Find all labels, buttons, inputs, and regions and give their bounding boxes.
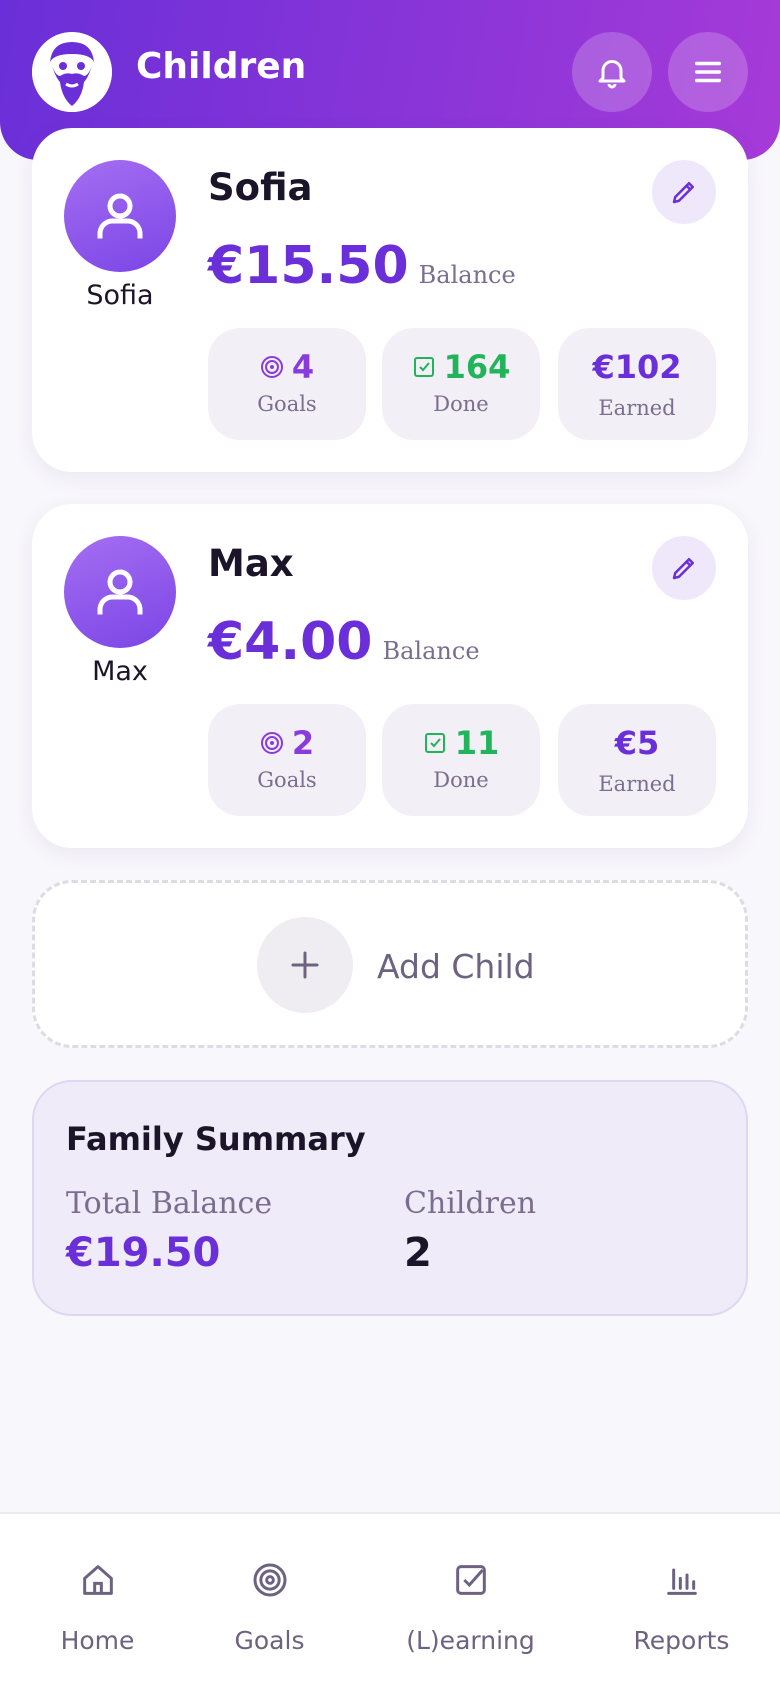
menu-button[interactable]	[668, 32, 748, 112]
bar-chart-icon	[666, 1568, 697, 1595]
children-count-label: Children	[404, 1186, 537, 1221]
done-stat[interactable]: 11 Done	[382, 704, 540, 816]
child-card[interactable]: Sofia Sofia €15.50 Balance 4 Goals 164 D…	[32, 128, 748, 472]
bearded-man-logo-icon[interactable]	[32, 32, 112, 112]
nav-item-goals[interactable]: Goals	[172, 1514, 367, 1688]
goals-stat[interactable]: 2 Goals	[208, 704, 366, 816]
child-name: Sofia	[208, 166, 313, 209]
nav-item-reports[interactable]: Reports	[584, 1514, 779, 1688]
plus-icon	[291, 951, 319, 979]
pencil-icon	[672, 558, 694, 580]
balance-label: Balance	[418, 261, 516, 289]
user-icon	[97, 193, 143, 239]
checkbox-icon	[455, 1565, 486, 1595]
add-child-button[interactable]: Add Child	[32, 880, 748, 1048]
nav-label: Reports	[633, 1626, 730, 1655]
balance-row: €15.50 Balance	[208, 236, 516, 296]
nav-label: (L)earning	[406, 1626, 535, 1655]
done-stat[interactable]: 164 Done	[382, 328, 540, 440]
page-title: Children	[136, 46, 307, 87]
user-icon	[97, 569, 143, 615]
bell-icon	[598, 60, 626, 89]
children-count-value: 2	[404, 1230, 432, 1276]
avatar-name: Max	[92, 656, 148, 687]
done-value: 11	[454, 724, 500, 762]
earned-label: Earned	[598, 772, 676, 796]
earned-stat[interactable]: €5 Earned	[558, 704, 716, 816]
add-circle	[257, 917, 353, 1013]
target-icon	[253, 1563, 286, 1597]
edit-child-button[interactable]	[652, 160, 716, 224]
child-card[interactable]: Max Max €4.00 Balance 2 Goals 11 Done €5…	[32, 504, 748, 848]
target-icon	[260, 356, 283, 378]
menu-icon	[694, 61, 722, 83]
balance-amount: €4.00	[208, 612, 373, 672]
goals-value: 4	[291, 348, 315, 386]
edit-child-button[interactable]	[652, 536, 716, 600]
done-label: Done	[433, 392, 489, 416]
avatar	[64, 536, 176, 648]
earned-stat[interactable]: €102 Earned	[558, 328, 716, 440]
summary-title: Family Summary	[66, 1120, 366, 1158]
child-name: Max	[208, 542, 294, 585]
earned-label: Earned	[598, 396, 676, 420]
nav-item-home[interactable]: Home	[0, 1514, 195, 1688]
nav-item-learning[interactable]: (L)earning	[373, 1514, 568, 1688]
balance-label: Balance	[382, 637, 480, 665]
checkbox-icon	[413, 357, 434, 377]
done-value: 164	[443, 348, 511, 386]
nav-label: Home	[60, 1626, 135, 1655]
family-summary: Family Summary Total Balance €19.50 Chil…	[32, 1080, 748, 1316]
pencil-icon	[672, 182, 694, 204]
goals-label: Goals	[257, 392, 317, 416]
total-balance-label: Total Balance	[66, 1186, 273, 1221]
checkbox-icon	[424, 733, 445, 753]
avatar	[64, 160, 176, 272]
avatar-name: Sofia	[86, 280, 154, 311]
earned-value: €5	[614, 724, 660, 762]
balance-amount: €15.50	[208, 236, 409, 296]
bottom-nav: Home Goals (L)earning Reports	[0, 1512, 780, 1688]
notifications-button[interactable]	[572, 32, 652, 112]
goals-stat[interactable]: 4 Goals	[208, 328, 366, 440]
target-icon	[260, 732, 283, 754]
goals-value: 2	[291, 724, 315, 762]
done-label: Done	[433, 768, 489, 792]
balance-row: €4.00 Balance	[208, 612, 480, 672]
nav-label: Goals	[234, 1626, 305, 1655]
goals-label: Goals	[257, 768, 317, 792]
home-icon	[82, 1565, 113, 1595]
earned-value: €102	[592, 348, 682, 386]
add-child-label: Add Child	[377, 947, 535, 986]
total-balance-value: €19.50	[66, 1230, 221, 1276]
